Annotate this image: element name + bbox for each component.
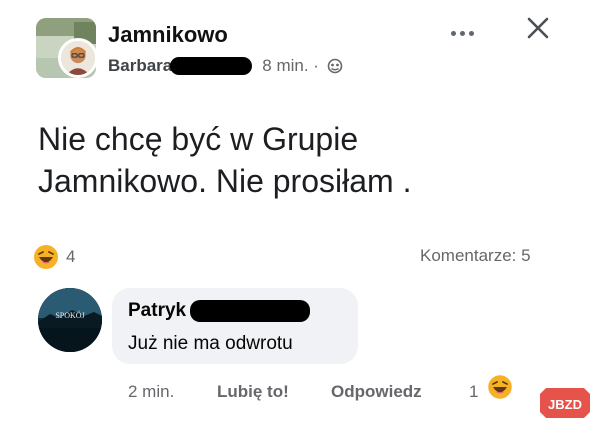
audience-icon[interactable] bbox=[327, 58, 343, 74]
watermark-text: JBZD bbox=[548, 397, 582, 412]
reply-button[interactable]: Odpowiedz bbox=[331, 382, 422, 402]
reaction-count[interactable]: 4 bbox=[66, 247, 75, 267]
comment-reaction-count[interactable]: 1 bbox=[469, 382, 478, 402]
comment-time[interactable]: 2 min. bbox=[128, 382, 174, 402]
like-button[interactable]: Lubię to! bbox=[217, 382, 289, 402]
comment-text: Już nie ma odwrotu bbox=[128, 333, 293, 354]
commenter-avatar[interactable]: SPOKÓJ bbox=[38, 288, 102, 352]
post-text: Nie chcę być w Grupie Jamnikowo. Nie pro… bbox=[38, 118, 558, 202]
post-time[interactable]: 8 min. · bbox=[262, 56, 319, 76]
close-icon[interactable] bbox=[524, 14, 552, 42]
user-avatar[interactable] bbox=[58, 38, 98, 78]
post-text-line: Nie chcę być w Grupie bbox=[38, 121, 359, 157]
redaction-bar bbox=[190, 300, 311, 322]
avatar-caption: SPOKÓJ bbox=[55, 310, 84, 320]
watermark-logo: JBZD bbox=[540, 388, 590, 418]
haha-icon[interactable] bbox=[486, 373, 514, 401]
comment-author-name[interactable]: Patryk bbox=[128, 300, 186, 322]
comments-count[interactable]: Komentarze: 5 bbox=[420, 246, 531, 266]
haha-icon[interactable] bbox=[33, 244, 59, 270]
post-author[interactable]: Barbara bbox=[108, 56, 172, 76]
redaction-bar bbox=[170, 57, 253, 75]
more-options-icon[interactable] bbox=[451, 26, 481, 40]
post-meta: Barbara 8 min. · bbox=[108, 56, 343, 76]
group-name[interactable]: Jamnikowo bbox=[108, 22, 228, 48]
post-text-line: Jamnikowo. Nie prosiłam . bbox=[38, 163, 412, 199]
comment-author[interactable]: Patryk bbox=[128, 300, 311, 322]
